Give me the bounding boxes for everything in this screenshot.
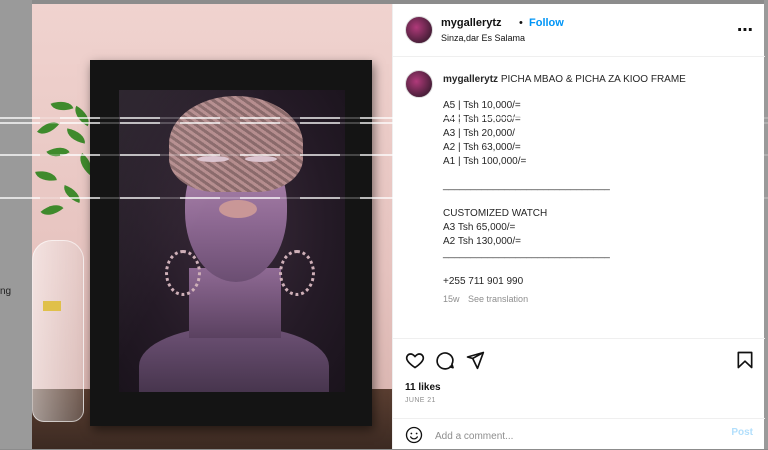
caption-avatar[interactable]: [405, 70, 433, 98]
price-line: A1 | Tsh 100,000/=: [443, 156, 527, 167]
caption-rule: ______________________________: [443, 180, 610, 191]
render-glitch-line: [0, 197, 768, 199]
custom-title: CUSTOMIZED WATCH: [443, 208, 548, 219]
caption-username[interactable]: mygallerytz: [443, 74, 498, 85]
caption-meta: 15w See translation: [443, 294, 528, 304]
follow-button[interactable]: Follow: [529, 17, 564, 29]
post-modal: mygallerytz • Follow Sinza,dar Es Salama…: [32, 4, 765, 450]
price-line: A2 | Tsh 63,000/=: [443, 142, 521, 153]
caption-rule: ______________________________: [443, 248, 610, 259]
post-image[interactable]: [32, 4, 392, 449]
more-options-icon[interactable]: ⋯: [737, 20, 754, 40]
render-glitch-line: [0, 122, 768, 124]
caption-title: PICHA MBAO & PICHA ZA KIOO FRAME: [500, 74, 686, 85]
price-line: A5 | Tsh 10,000/=: [443, 100, 521, 111]
comment-icon[interactable]: [435, 350, 455, 370]
backdrop-left: [0, 0, 32, 449]
backdrop-text: ng: [0, 286, 12, 297]
share-icon[interactable]: [465, 350, 485, 370]
render-glitch-line: [0, 117, 768, 119]
like-count[interactable]: 11 likes: [405, 382, 441, 393]
post-location[interactable]: Sinza,dar Es Salama: [441, 33, 525, 43]
bookmark-icon[interactable]: [735, 350, 755, 370]
heart-icon[interactable]: [405, 350, 425, 370]
comment-bar: Post: [393, 418, 765, 450]
framed-portrait: [119, 90, 345, 392]
header-username[interactable]: mygallerytz: [441, 17, 502, 29]
see-translation-link[interactable]: See translation: [468, 294, 528, 304]
custom-price-line: A3 Tsh 65,000/=: [443, 222, 516, 233]
post-age: 15w: [443, 294, 460, 304]
caption-header: mygallerytz PICHA MBAO & PICHA ZA KIOO F…: [443, 74, 686, 85]
divider: [393, 338, 765, 339]
post-comment-button[interactable]: Post: [731, 427, 753, 438]
post-header: mygallerytz • Follow Sinza,dar Es Salama…: [393, 4, 765, 57]
post-sidebar: mygallerytz • Follow Sinza,dar Es Salama…: [392, 4, 765, 450]
caption: mygallerytz PICHA MBAO & PICHA ZA KIOO F…: [393, 56, 765, 331]
vase: [32, 240, 84, 422]
render-glitch-line: [0, 154, 768, 156]
post-date[interactable]: JUNE 21: [405, 397, 436, 404]
custom-price-line: A2 Tsh 130,000/=: [443, 236, 521, 247]
comment-input[interactable]: [433, 425, 727, 447]
avatar[interactable]: [405, 16, 433, 44]
vase-label: [43, 301, 61, 311]
emoji-icon[interactable]: [405, 426, 423, 444]
price-line: A3 | Tsh 20,000/: [443, 128, 515, 139]
separator-dot: •: [519, 17, 523, 29]
phone-number: +255 711 901 990: [443, 276, 524, 287]
action-bar: [393, 342, 765, 378]
